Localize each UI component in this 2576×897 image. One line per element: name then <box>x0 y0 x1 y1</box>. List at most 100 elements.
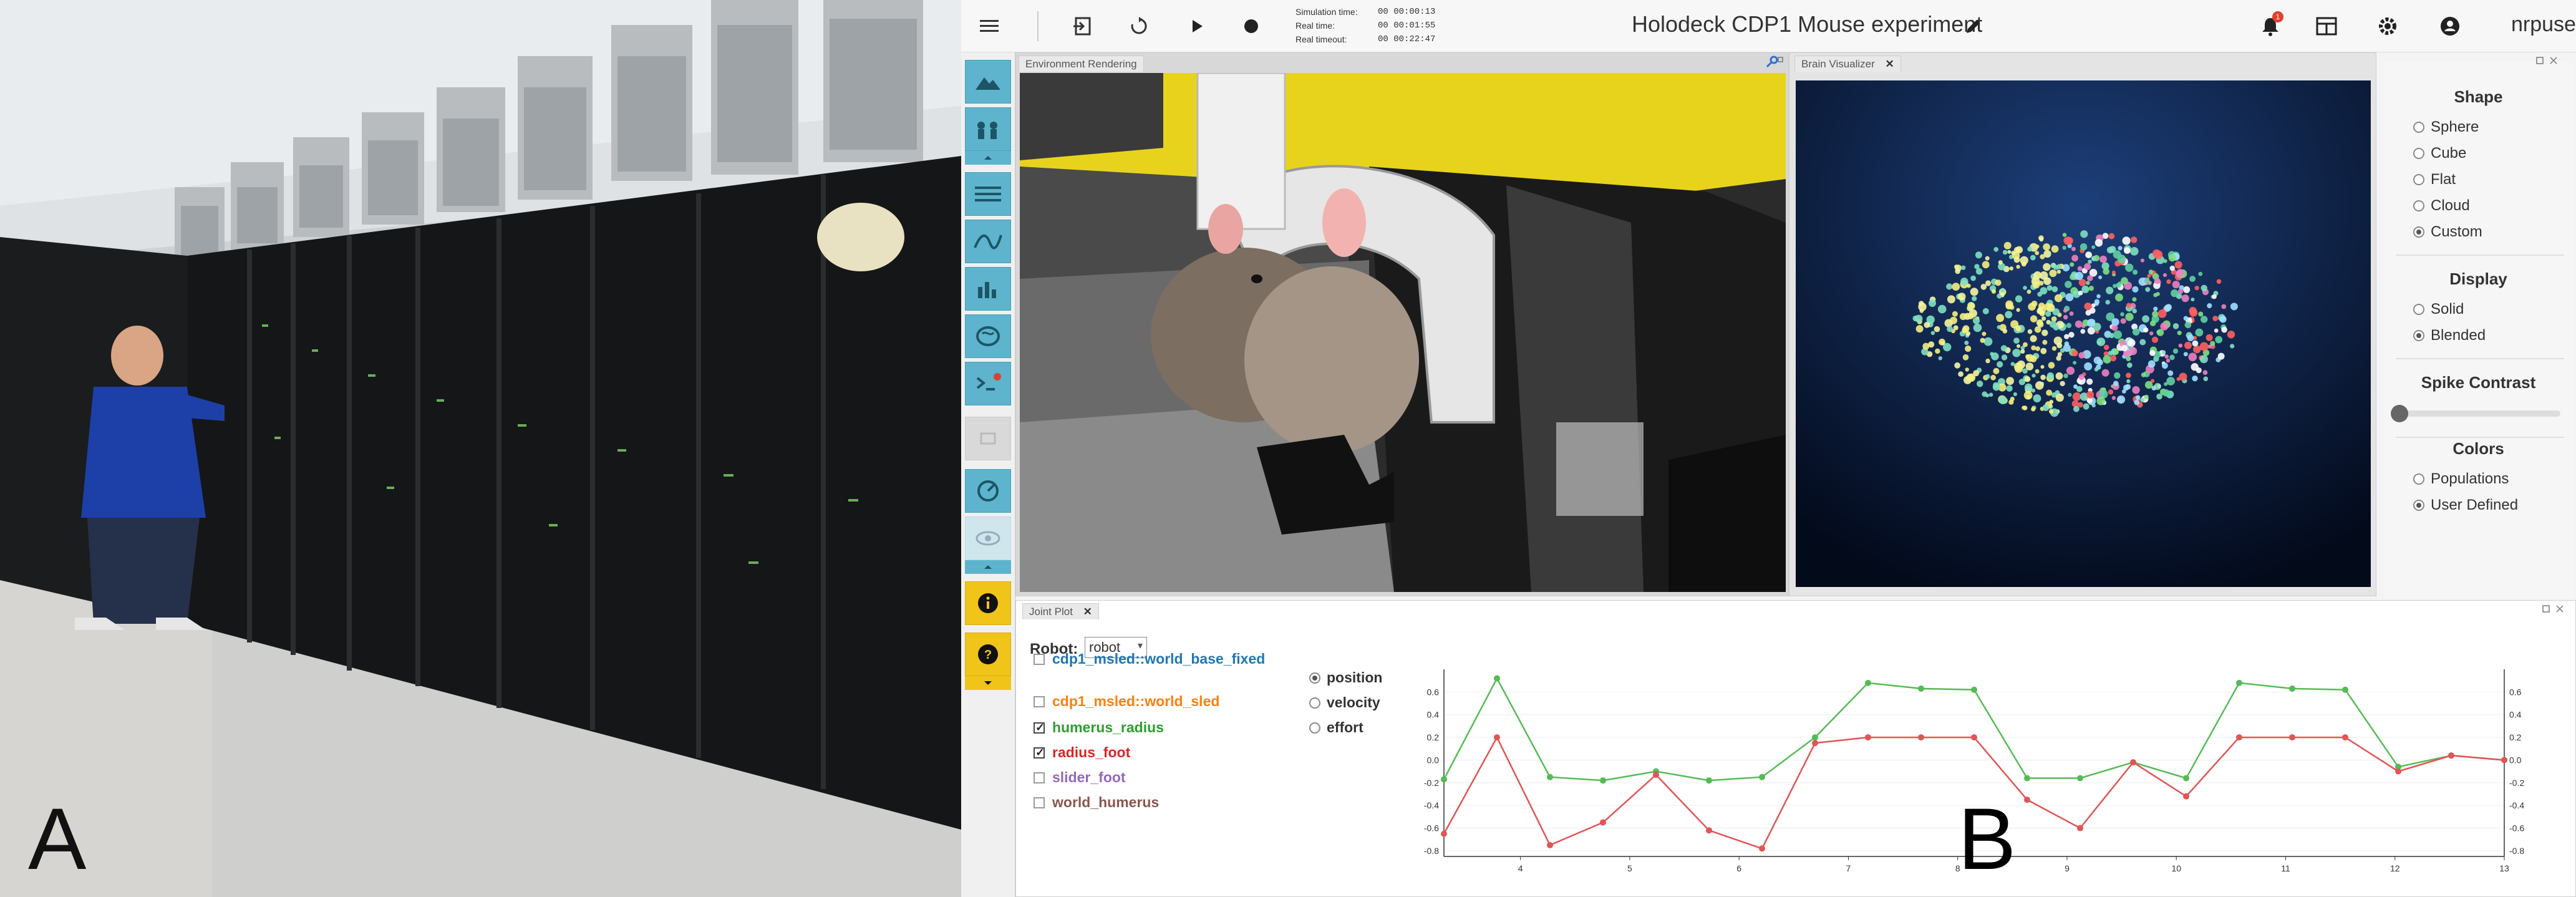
plot-mode-option[interactable]: position <box>1309 669 1382 686</box>
tab-joint-plot[interactable]: Joint Plot ✕ <box>1022 603 1099 619</box>
joint-checkbox[interactable] <box>1034 654 1045 665</box>
radio-button-selected[interactable] <box>2413 226 2424 238</box>
spike-contrast-slider-track[interactable] <box>2397 410 2560 417</box>
shape-option-custom[interactable]: Custom <box>2413 223 2482 241</box>
performance-gauge-icon[interactable] <box>965 469 1011 513</box>
radio-button-selected[interactable] <box>2413 500 2424 511</box>
colors-heading: Colors <box>2453 439 2504 458</box>
reset-icon[interactable] <box>1125 12 1153 40</box>
display-option-blended[interactable]: Blended <box>2413 327 2486 344</box>
shape-option-cube[interactable]: Cube <box>2413 145 2466 162</box>
notifications-bell-icon[interactable]: 1 <box>2256 11 2285 40</box>
radio-button[interactable] <box>2413 148 2424 159</box>
joint-row[interactable]: world_humerus <box>1034 794 1159 811</box>
color-option-populations[interactable]: Populations <box>2413 470 2509 488</box>
brain-3d-view[interactable] <box>1796 80 2371 587</box>
real-time-label: Real time: <box>1295 21 1335 31</box>
neuron-point <box>2023 342 2028 347</box>
neuron-point <box>2108 233 2115 240</box>
user-name[interactable]: nrpuser <box>2511 12 2576 37</box>
joint-row[interactable]: cdp1_msled::world_base_fixed <box>1034 651 1265 667</box>
joint-row[interactable]: slider_foot <box>1034 769 1126 786</box>
joint-row[interactable]: cdp1_msled::world_sled <box>1034 693 1219 710</box>
environment-mountain-icon[interactable] <box>965 60 1011 104</box>
brain-visualizer-icon[interactable] <box>965 314 1011 358</box>
neuron-point <box>2071 350 2078 357</box>
spike-train-icon[interactable] <box>965 172 1011 216</box>
toolbar-collapse-up[interactable] <box>965 151 1011 165</box>
neuron-point <box>2086 378 2093 385</box>
visibility-eye-icon[interactable] <box>965 516 1011 560</box>
neuron-point <box>2094 367 2099 372</box>
neuron-point <box>2134 399 2140 405</box>
plot-mode-option[interactable]: velocity <box>1309 694 1380 711</box>
radio-button-selected[interactable] <box>2413 330 2424 341</box>
close-brain-tab-icon[interactable]: ✕ <box>1886 58 1894 70</box>
neuron-point <box>2215 336 2223 344</box>
pane-window-controls[interactable] <box>2538 603 2575 616</box>
neuron-point <box>2181 294 2189 303</box>
neuron-point <box>2000 345 2007 352</box>
shape-option-cloud[interactable]: Cloud <box>2413 197 2470 215</box>
neuron-point <box>2042 339 2048 345</box>
color-option-user-defined[interactable]: User Defined <box>2413 497 2518 514</box>
record-icon[interactable] <box>1237 12 1266 40</box>
neuron-point <box>2036 308 2043 314</box>
joint-plot-icon[interactable] <box>965 220 1011 263</box>
joint-row[interactable]: radius_foot <box>1034 744 1130 761</box>
shape-option-sphere[interactable]: Sphere <box>2413 119 2479 136</box>
joint-checkbox[interactable] <box>1034 696 1045 707</box>
bar-chart-icon[interactable] <box>965 267 1011 311</box>
joint-checkbox[interactable] <box>1034 746 1045 759</box>
3d-environment-view[interactable] <box>1020 73 1786 592</box>
plot-mode-option[interactable]: effort <box>1309 719 1363 736</box>
help-question-icon[interactable]: ? <box>965 633 1011 676</box>
edit-pencil-icon[interactable] <box>1959 12 1988 40</box>
neuron-point <box>2053 324 2060 331</box>
spike-contrast-slider-handle[interactable] <box>2391 405 2408 422</box>
pane-settings-wrench-icon[interactable] <box>1765 56 1783 68</box>
joint-plot-tab-label: Joint Plot <box>1029 606 1073 618</box>
disabled-tool-icon[interactable] <box>965 417 1011 460</box>
layout-table-icon[interactable] <box>2312 12 2341 40</box>
joint-checkbox[interactable] <box>1034 772 1045 783</box>
play-icon[interactable] <box>1183 12 1211 40</box>
tab-brain-visualizer[interactable]: Brain Visualizer ✕ <box>1794 56 1901 72</box>
shape-option-flat[interactable]: Flat <box>2413 171 2456 188</box>
neuron-point <box>2121 277 2128 284</box>
y-tick-label: -0.8 <box>1424 846 1439 856</box>
radio-button[interactable] <box>2413 304 2424 315</box>
radio-button[interactable] <box>2413 200 2424 211</box>
settings-gear-icon[interactable] <box>2373 12 2402 40</box>
info-icon[interactable] <box>965 581 1011 625</box>
joint-checkbox[interactable] <box>1034 721 1045 734</box>
neuron-point <box>2140 397 2145 402</box>
joint-row[interactable]: humerus_radius <box>1034 719 1164 736</box>
console-terminal-icon[interactable] <box>965 362 1011 405</box>
toolbar-collapse-down[interactable] <box>965 676 1011 690</box>
exit-icon[interactable] <box>1067 12 1096 40</box>
neuron-point <box>2174 261 2182 269</box>
radio-button[interactable] <box>2413 473 2424 485</box>
neuron-point <box>2031 374 2036 378</box>
tab-environment-rendering[interactable]: Environment Rendering <box>1019 56 1144 72</box>
neuron-point <box>2194 286 2199 291</box>
radio-button[interactable] <box>2413 122 2424 133</box>
radio-button[interactable] <box>1309 697 1320 709</box>
neuron-point <box>2157 309 2167 318</box>
menu-icon[interactable] <box>975 12 1004 40</box>
object-library-icon[interactable] <box>965 107 1011 151</box>
data-point <box>1600 819 1606 826</box>
radio-button[interactable] <box>1309 672 1320 684</box>
radio-button[interactable] <box>1309 722 1320 734</box>
neuron-point <box>2087 319 2096 327</box>
joint-checkbox[interactable] <box>1034 797 1045 808</box>
data-point <box>2289 734 2295 741</box>
user-account-icon[interactable] <box>2436 12 2464 40</box>
display-option-solid[interactable]: Solid <box>2413 301 2464 318</box>
pane-window-controls[interactable] <box>2532 55 2569 67</box>
radio-button[interactable] <box>2413 174 2424 185</box>
neuron-point <box>1937 304 1947 314</box>
toolbar-collapse-up-2[interactable] <box>965 560 1011 574</box>
close-joint-plot-tab-icon[interactable]: ✕ <box>1083 606 1092 618</box>
